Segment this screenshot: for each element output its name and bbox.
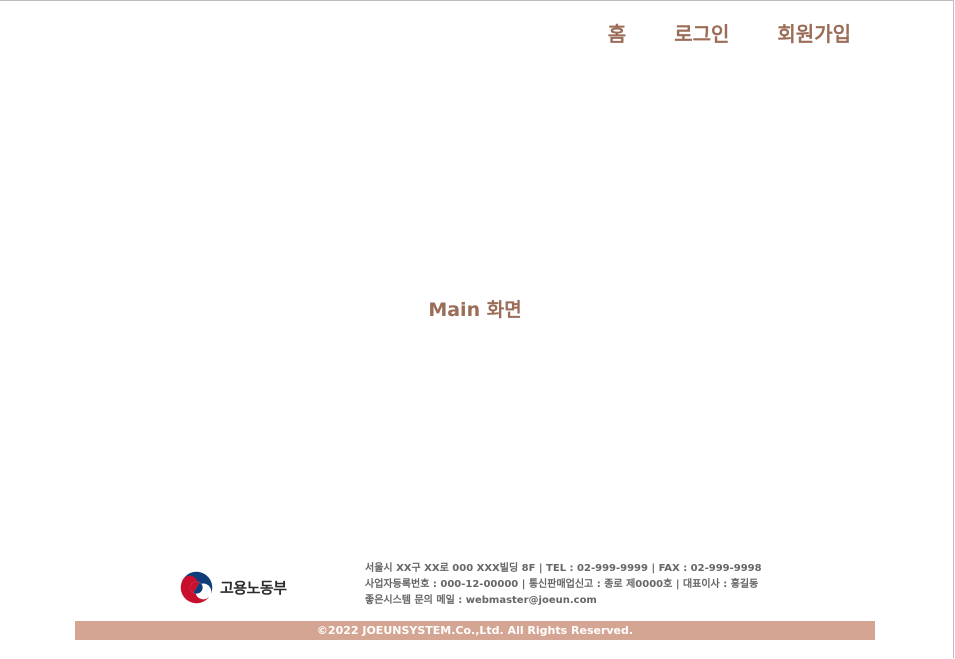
nav-home-link[interactable]: 홈: [608, 20, 626, 48]
company-address-line: 서울시 XX구 XX로 000 XXX빌딩 8F | TEL : 02-999-…: [365, 563, 762, 574]
ministry-logo: 고용노동부: [179, 570, 287, 605]
company-info: 서울시 XX구 XX로 000 XXX빌딩 8F | TEL : 02-999-…: [365, 561, 762, 609]
top-nav: 홈 로그인 회원가입: [608, 20, 851, 48]
company-registration-line: 사업자등록번호 : 000-12-00000 | 통신판매업신고 : 종로 제0…: [365, 579, 759, 590]
footer: 고용노동부 서울시 XX구 XX로 000 XXX빌딩 8F | TEL : 0…: [75, 558, 875, 640]
ministry-emblem-icon: [180, 571, 213, 604]
ministry-logo-text: 고용노동부: [220, 579, 287, 597]
company-contact-line: 좋은시스템 문의 메일 : webmaster@joeun.com: [365, 595, 597, 606]
nav-login-link[interactable]: 로그인: [674, 20, 729, 48]
copyright-bar: ©2022 JOEUNSYSTEM.Co.,Ltd. All Rights Re…: [75, 621, 875, 640]
main-title: Main 화면: [428, 299, 522, 321]
nav-signup-link[interactable]: 회원가입: [777, 20, 851, 48]
